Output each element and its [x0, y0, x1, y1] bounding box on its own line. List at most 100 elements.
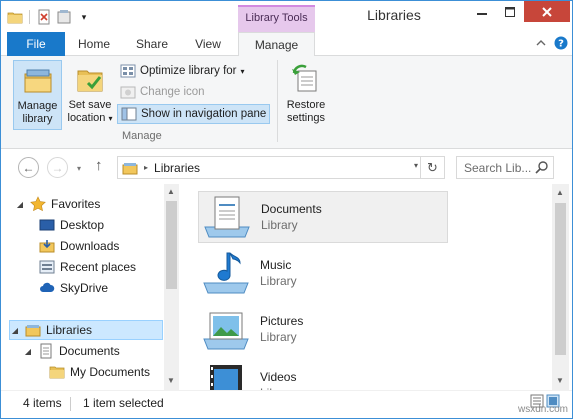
close-icon [542, 6, 552, 17]
svg-text:?: ? [558, 39, 564, 50]
chevron-up-icon[interactable] [534, 36, 548, 50]
libraries-icon [122, 162, 138, 174]
library-name: Documents [261, 202, 322, 216]
library-manage-icon [24, 69, 51, 93]
list-item-documents[interactable]: Documents Library [198, 191, 448, 243]
expander-icon[interactable]: ◢ [15, 200, 25, 209]
nav-pane-scrollbar[interactable]: ▲ ▼ [164, 184, 179, 390]
save-location-folder-icon [77, 70, 103, 92]
tab-share[interactable]: Share [129, 32, 175, 56]
star-icon [30, 196, 46, 212]
list-item-videos[interactable]: Videos Library [198, 359, 448, 390]
breadcrumb-chevron-icon: ▸ [144, 163, 149, 172]
change-icon-icon [120, 86, 136, 99]
list-item-music[interactable]: Music Library [198, 247, 448, 299]
window-title: Libraries [367, 7, 421, 23]
help-icon[interactable]: ? [554, 36, 568, 50]
scroll-down-icon[interactable]: ▼ [167, 376, 175, 385]
nav-item-favorites[interactable]: ◢ Favorites [15, 194, 100, 214]
title-bar: ▾ Library Tools Libraries [1, 1, 572, 32]
restore-settings-label-2: settings [287, 112, 325, 124]
recent-locations-dropdown[interactable]: ▾ [77, 164, 81, 173]
status-divider [70, 397, 71, 411]
minimize-button[interactable] [468, 1, 496, 22]
navigation-pane-icon [121, 107, 137, 121]
content-scroll-thumb[interactable] [555, 203, 566, 355]
list-item-text: Music Library [260, 257, 297, 289]
chevron-down-icon: ▾ [240, 66, 245, 76]
search-input[interactable]: Search Lib... [456, 156, 554, 179]
scroll-up-icon[interactable]: ▲ [556, 188, 564, 197]
up-arrow-icon[interactable]: ↑ [95, 157, 103, 174]
manage-library-button[interactable]: Manage library [13, 60, 62, 130]
scroll-down-icon[interactable]: ▼ [556, 376, 564, 385]
search-icon [535, 161, 548, 174]
optimize-library-for-button[interactable]: Optimize library for ▾ [117, 61, 248, 81]
recent-places-icon [39, 260, 55, 274]
tab-home[interactable]: Home [71, 32, 117, 56]
tab-view[interactable]: View [185, 32, 231, 56]
optimize-library-for-label: Optimize library for [140, 65, 237, 77]
nav-label-libraries: Libraries [46, 323, 93, 337]
forward-button[interactable]: → [47, 157, 68, 178]
manage-library-label-1: Manage [17, 100, 58, 112]
customize-qat-icon[interactable]: ▾ [76, 9, 92, 25]
window-controls [468, 1, 570, 22]
address-dropdown[interactable]: ▾ [414, 161, 418, 170]
change-icon-button[interactable]: Change icon [117, 82, 208, 102]
restore-settings-button[interactable]: Restore settings [282, 60, 330, 130]
address-bar[interactable]: ▸ Libraries ▾ ↻ [117, 156, 445, 179]
nav-pane-scroll-thumb[interactable] [166, 201, 177, 289]
new-folder-icon[interactable] [56, 9, 72, 25]
show-in-navigation-pane-button[interactable]: Show in navigation pane [117, 104, 271, 124]
desktop-icon [39, 219, 55, 231]
ribbon-manage: Manage library Set save location ▾ Optim… [1, 56, 572, 149]
qat-separator [29, 10, 30, 24]
address-row: ← → ▾ ↑ ▸ Libraries ▾ ↻ Search Lib... [1, 150, 572, 184]
close-button[interactable] [524, 1, 570, 22]
nav-item-recent-places[interactable]: Recent places [39, 257, 136, 277]
nav-label-desktop: Desktop [60, 218, 105, 232]
list-item-text: Documents Library [261, 201, 322, 233]
watermark: wsxdn.com [517, 404, 568, 415]
nav-label-downloads: Downloads [60, 239, 120, 253]
refresh-button[interactable]: ↻ [420, 157, 444, 178]
item-count: 4 items [23, 396, 62, 410]
expander-icon[interactable]: ◢ [10, 326, 20, 335]
set-save-location-button[interactable]: Set save location ▾ [64, 60, 116, 130]
properties-icon[interactable] [36, 9, 52, 25]
nav-item-my-documents[interactable]: My Documents [49, 362, 150, 382]
expander-icon[interactable]: ◢ [23, 347, 33, 356]
minimize-icon [477, 12, 487, 15]
nav-label-favorites: Favorites [51, 197, 101, 211]
documents-library-icon [204, 196, 250, 238]
ribbon-group-separator [277, 60, 278, 142]
optimize-icon [120, 64, 136, 78]
nav-item-skydrive[interactable]: SkyDrive [39, 278, 108, 298]
downloads-icon [39, 240, 55, 253]
explorer-window: ▾ Library Tools Libraries File Home Shar… [0, 0, 573, 419]
manage-library-label-2: library [22, 113, 53, 125]
list-item-text: Pictures Library [260, 313, 303, 345]
nav-item-libraries[interactable]: ◢ Libraries [9, 320, 163, 340]
cloud-icon [40, 282, 55, 292]
library-name: Music [260, 258, 292, 272]
list-item-pictures[interactable]: Pictures Library [198, 303, 448, 355]
tab-manage[interactable]: Manage [238, 32, 315, 57]
quick-access-toolbar: ▾ [7, 7, 92, 27]
tab-file[interactable]: File [7, 32, 65, 56]
nav-item-downloads[interactable]: Downloads [39, 236, 119, 256]
back-button[interactable]: ← [18, 157, 39, 178]
content-scrollbar[interactable]: ▲ ▼ [552, 184, 569, 390]
refresh-icon: ↻ [427, 159, 438, 175]
list-item-text: Videos Library [260, 369, 297, 390]
maximize-button[interactable] [496, 1, 524, 22]
nav-item-documents[interactable]: ◢ Documents [23, 341, 120, 361]
nav-label-skydrive: SkyDrive [60, 281, 109, 295]
scroll-up-icon[interactable]: ▲ [167, 187, 175, 196]
breadcrumb-libraries[interactable]: Libraries [154, 161, 200, 175]
library-name: Videos [260, 370, 297, 384]
nav-item-desktop[interactable]: Desktop [39, 215, 104, 235]
folder-icon[interactable] [7, 9, 23, 25]
show-in-navigation-pane-label: Show in navigation pane [141, 108, 267, 120]
